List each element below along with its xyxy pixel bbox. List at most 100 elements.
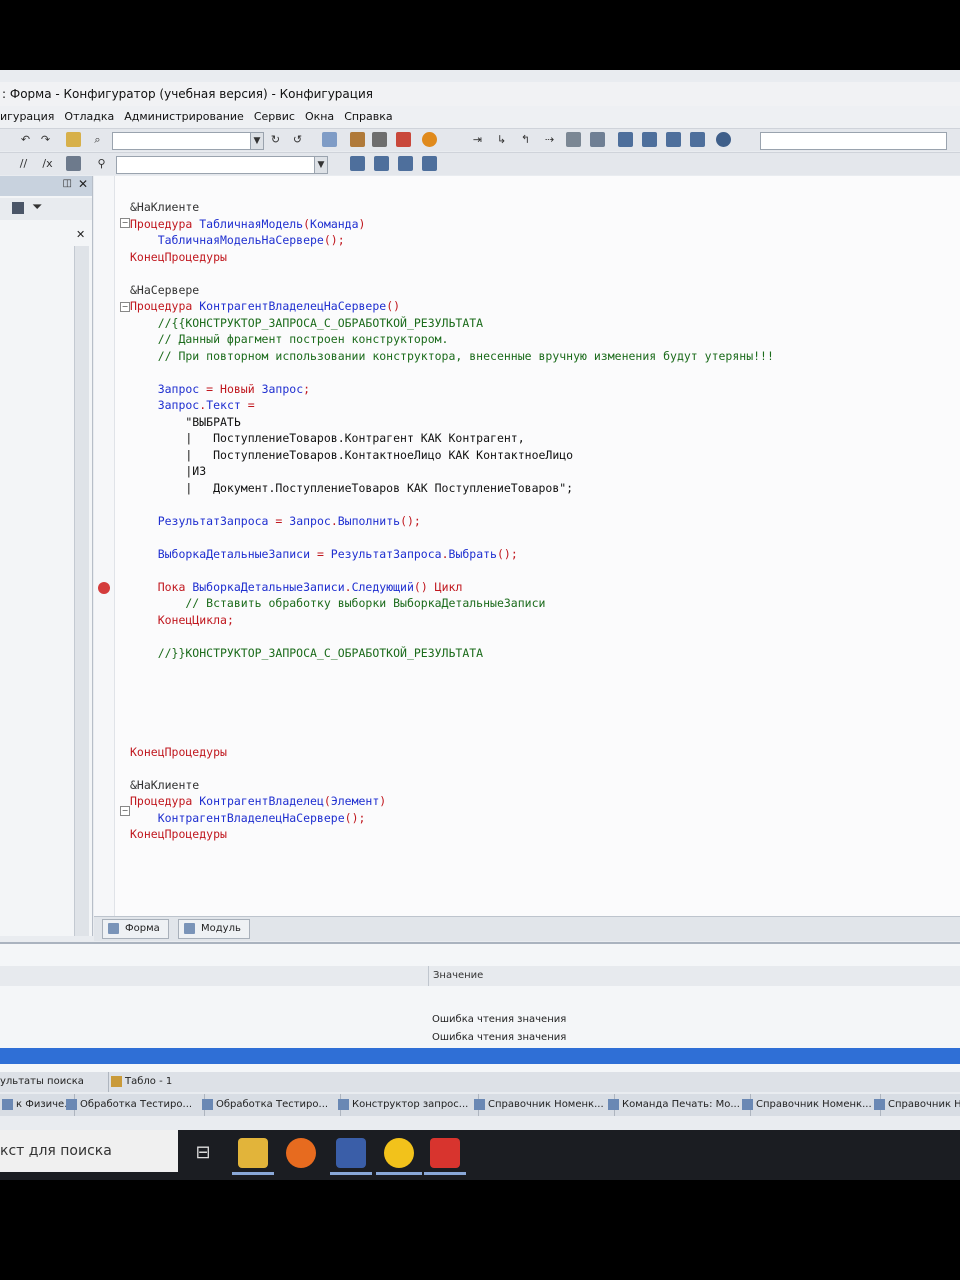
back-icon[interactable]: ↶ (18, 132, 33, 147)
tab-module[interactable]: Модуль (178, 919, 250, 939)
tab-table[interactable]: Табло - 1 (108, 1072, 172, 1092)
find-object-icon[interactable] (66, 132, 81, 147)
code-line[interactable]: |ИЗ (130, 464, 206, 478)
window-item[interactable]: Справочник Номенк... (472, 1094, 615, 1116)
code-line[interactable]: //{{КОНСТРУКТОР_ЗАПРОСА_С_ОБРАБОТКОЙ_РЕЗ… (130, 316, 483, 330)
filter-icon[interactable]: ⏷ (32, 200, 42, 215)
window-item[interactable]: Справочник Но (872, 1094, 960, 1116)
window-item[interactable]: Справочник Номенк... (740, 1094, 881, 1116)
module-icon[interactable] (350, 156, 365, 171)
module-4-icon[interactable] (422, 156, 437, 171)
fold-toggle-icon[interactable]: − (120, 806, 130, 816)
window-item[interactable]: Обработка Тестиро... (200, 1094, 341, 1116)
debug-window-3-icon[interactable] (666, 132, 681, 147)
debug-step-icon[interactable]: ⇥ (470, 132, 485, 147)
code-line[interactable]: | ПоступлениеТоваров.КонтактноеЛицо КАК … (130, 448, 573, 462)
code-line[interactable]: | Документ.ПоступлениеТоваров КАК Поступ… (130, 481, 573, 495)
wizard-icon[interactable] (350, 132, 365, 147)
fold-toggle-icon[interactable]: − (120, 302, 130, 312)
taskbar-search-input[interactable]: кст для поиска (0, 1130, 178, 1172)
debug-step-out-icon[interactable]: ↰ (518, 132, 533, 147)
tab-search-results[interactable]: ультаты поиска (0, 1072, 84, 1092)
syntax-helper-icon[interactable] (396, 132, 411, 147)
procedure-list-combo[interactable]: ▼ (116, 156, 328, 174)
menu-debug[interactable]: Отладка (64, 106, 114, 128)
debug-run-to-icon[interactable]: ⇢ (542, 132, 557, 147)
find-next-icon[interactable]: ↻ (268, 132, 283, 147)
info-icon[interactable] (422, 132, 437, 147)
code-line[interactable]: ТабличнаяМодельНаСервере(); (130, 233, 345, 247)
search-icon[interactable]: ⌕ (90, 132, 105, 147)
code-line[interactable]: КонтрагентВладелецНаСервере(); (130, 811, 366, 825)
breakpoint-icon[interactable] (98, 582, 110, 594)
code-line[interactable]: Процедура КонтрагентВладелецНаСервере() (130, 299, 400, 313)
menu-service[interactable]: Сервис (254, 106, 295, 128)
code-line[interactable]: // Вставить обработку выборки ВыборкаДет… (130, 596, 545, 610)
code-line[interactable]: РезультатЗапроса = Запрос.Выполнить(); (130, 514, 421, 528)
clock-icon[interactable] (716, 132, 731, 147)
selected-row[interactable] (0, 1048, 960, 1064)
close-icon[interactable]: ✕ (78, 177, 88, 191)
code-line[interactable]: Запрос = Новый Запрос; (130, 382, 310, 396)
fold-toggle-icon[interactable]: − (120, 218, 130, 228)
window-icon[interactable] (322, 132, 337, 147)
pin-icon[interactable]: ◫ (63, 178, 72, 189)
code-line[interactable]: КонецЦикла; (130, 613, 234, 627)
menu-administration[interactable]: Администрирование (124, 106, 244, 128)
code-line[interactable]: Процедура ТабличнаяМодель(Команда) (130, 217, 365, 231)
code-line[interactable]: &НаКлиенте (130, 200, 199, 214)
code-line[interactable]: Пока ВыборкаДетальныеЗаписи.Следующий() … (130, 580, 463, 594)
1c-icon[interactable] (384, 1138, 414, 1168)
window-item[interactable]: Команда Печать: Мо... (606, 1094, 751, 1116)
code-line[interactable]: КонецПроцедуры (130, 827, 227, 841)
comment-icon[interactable]: // (16, 156, 31, 171)
help-icon[interactable] (372, 132, 387, 147)
close-icon[interactable]: ✕ (76, 228, 85, 241)
code-line[interactable]: | ПоступлениеТоваров.Контрагент КАК Конт… (130, 431, 524, 445)
code-line[interactable]: Запрос.Текст = (130, 398, 255, 412)
module-3-icon[interactable] (398, 156, 413, 171)
debug-window-icon[interactable] (618, 132, 633, 147)
code-line[interactable]: //}}КОНСТРУКТОР_ЗАПРОСА_С_ОБРАБОТКОЙ_РЕЗ… (130, 646, 483, 660)
search-combo[interactable]: ▼ (112, 132, 264, 150)
debug-window-4-icon[interactable] (690, 132, 705, 147)
table-row[interactable]: Ошибка чтения значения (432, 1032, 566, 1043)
code-line[interactable]: КонецПроцедуры (130, 745, 227, 759)
anydesk-icon[interactable] (430, 1138, 460, 1168)
app-icon[interactable] (336, 1138, 366, 1168)
file-explorer-icon[interactable] (238, 1138, 268, 1168)
task-view-icon[interactable]: ⊟ (188, 1138, 218, 1168)
menu-help[interactable]: Справка (344, 106, 392, 128)
list-icon[interactable] (12, 202, 24, 214)
goto-icon[interactable]: ⚲ (94, 156, 109, 171)
global-search-input[interactable] (760, 132, 947, 150)
debug-restart-icon[interactable] (590, 132, 605, 147)
debug-stop-icon[interactable] (566, 132, 581, 147)
uncomment-icon[interactable]: /x (40, 156, 55, 171)
left-panel-scrollbar[interactable] (74, 246, 89, 936)
module-2-icon[interactable] (374, 156, 389, 171)
chevron-down-icon[interactable]: ▼ (314, 157, 327, 173)
code-line[interactable]: "ВЫБРАТЬ (130, 415, 240, 429)
tab-form[interactable]: Форма (102, 919, 169, 939)
find-prev-icon[interactable]: ↺ (290, 132, 305, 147)
table-row[interactable]: Ошибка чтения значения (432, 1014, 566, 1025)
window-item[interactable]: Конструктор запрос... (336, 1094, 479, 1116)
code-line[interactable]: // При повторном использовании конструкт… (130, 349, 774, 363)
forward-icon[interactable]: ↷ (38, 132, 53, 147)
code-line[interactable]: &НаСервере (130, 283, 199, 297)
menu-configuration[interactable]: игурация (0, 106, 54, 128)
code-line[interactable]: // Данный фрагмент построен конструкторо… (130, 332, 449, 346)
debug-step-into-icon[interactable]: ↳ (494, 132, 509, 147)
format-icon[interactable] (66, 156, 81, 171)
code-line[interactable]: ВыборкаДетальныеЗаписи = РезультатЗапрос… (130, 547, 518, 561)
code-line[interactable]: &НаКлиенте (130, 778, 199, 792)
window-item[interactable]: Обработка Тестиро... (64, 1094, 205, 1116)
code-editor[interactable]: − − − &НаКлиенте Процедура ТабличнаяМодел… (94, 176, 960, 916)
code-line[interactable]: Процедура КонтрагентВладелец(Элемент) (130, 794, 386, 808)
debug-window-2-icon[interactable] (642, 132, 657, 147)
firefox-icon[interactable] (286, 1138, 316, 1168)
code-line[interactable]: КонецПроцедуры (130, 250, 227, 264)
chevron-down-icon[interactable]: ▼ (250, 133, 263, 149)
value-column-header[interactable]: Значение (428, 966, 483, 986)
